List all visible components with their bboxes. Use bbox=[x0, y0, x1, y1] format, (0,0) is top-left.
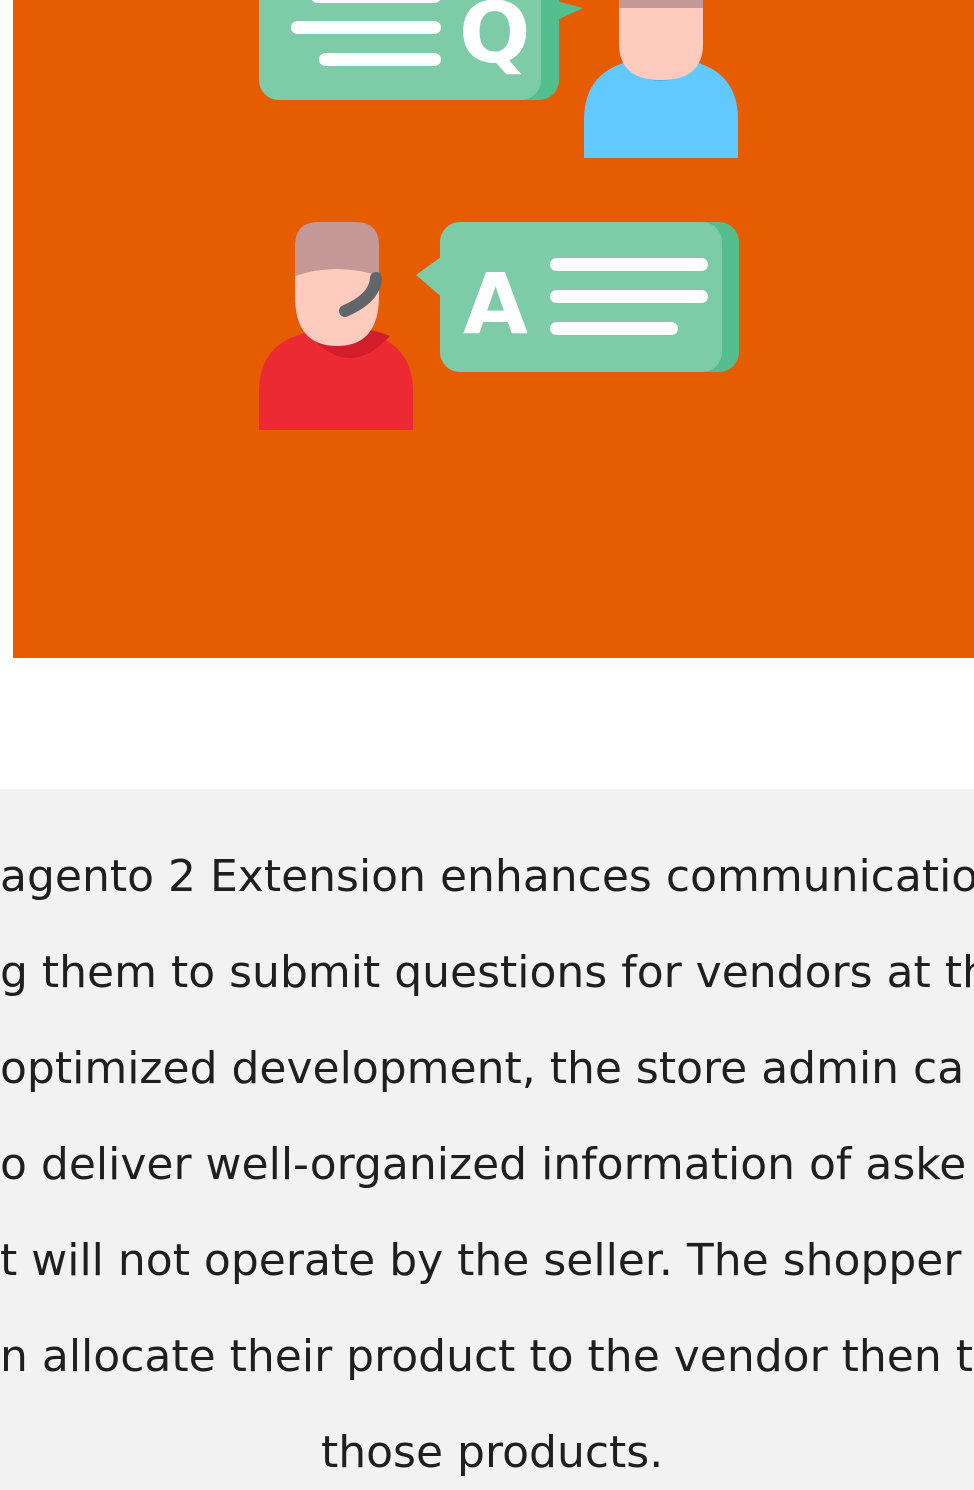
description-line: optimized development, the store admin c… bbox=[0, 1043, 965, 1094]
product-qa-page: Q A agento 2 Extension enhances communic… bbox=[0, 0, 974, 1490]
question-bubble-icon: Q bbox=[259, 0, 583, 100]
description-line: agento 2 Extension enhances communicatio bbox=[0, 851, 974, 902]
description-line: g them to submit questions for vendors a… bbox=[0, 947, 974, 998]
hero-banner: Q A bbox=[13, 0, 974, 658]
question-letter: Q bbox=[459, 0, 530, 82]
description-line: those products. bbox=[321, 1427, 664, 1478]
description-line: t will not operate by the seller. The sh… bbox=[0, 1235, 962, 1286]
description-panel: agento 2 Extension enhances communicatio… bbox=[0, 789, 974, 1490]
qa-illustration: Q A bbox=[13, 0, 974, 658]
description-line: n allocate their product to the vendor t… bbox=[0, 1331, 974, 1382]
description-line: o deliver well-organized information of … bbox=[0, 1139, 967, 1190]
answer-letter: A bbox=[463, 255, 528, 353]
answer-bubble-icon: A bbox=[416, 222, 739, 372]
